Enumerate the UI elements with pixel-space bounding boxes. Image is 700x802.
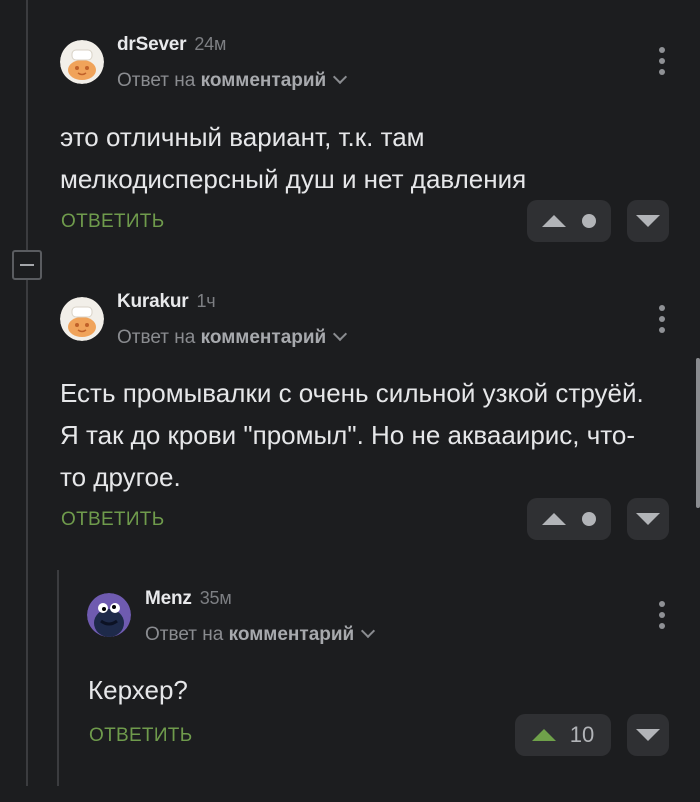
reply-to-link[interactable]: Ответ на комментарий — [145, 623, 376, 646]
reply-button[interactable]: ОТВЕТИТЬ — [89, 725, 192, 747]
downvote-icon — [636, 215, 660, 227]
author-name[interactable]: drSever — [117, 34, 187, 55]
chevron-down-icon[interactable] — [333, 69, 348, 85]
reply-to-target[interactable]: комментарий — [229, 624, 355, 645]
downvote-button[interactable] — [627, 200, 669, 242]
user-avatar[interactable] — [60, 40, 104, 84]
comment-author[interactable]: Kurakur 1ч — [117, 291, 216, 313]
cookie-monster-avatar-icon — [87, 593, 131, 637]
author-name[interactable]: Menz — [145, 588, 192, 609]
reply-button[interactable]: ОТВЕТИТЬ — [61, 211, 164, 233]
upvote-icon — [542, 215, 566, 227]
comment-text: это отличный вариант, т.к. там мелкодисп… — [60, 122, 527, 194]
comment-author[interactable]: drSever 24м — [117, 34, 226, 56]
reply-to-prefix: Ответ на — [117, 70, 196, 91]
scrollbar[interactable] — [696, 358, 700, 508]
rating-hidden-dot-icon — [582, 214, 596, 228]
comment-text: Есть промывалки с очень сильной узкой ст… — [60, 378, 644, 492]
comment-time: 1ч — [196, 291, 216, 311]
pikabu-default-avatar-icon — [60, 40, 104, 84]
downvote-button[interactable] — [627, 498, 669, 540]
rating-value: 10 — [569, 722, 595, 747]
more-options-icon[interactable] — [658, 601, 666, 629]
comment-text: Керхер? — [88, 675, 188, 705]
collapse-thread-button[interactable] — [12, 250, 42, 280]
more-options-icon[interactable] — [658, 47, 666, 75]
more-options-icon[interactable] — [658, 305, 666, 333]
chevron-down-icon[interactable] — [333, 326, 348, 342]
pikabu-default-avatar-icon — [60, 297, 104, 341]
comment-time: 24м — [194, 34, 227, 54]
reply-to-target[interactable]: комментарий — [201, 327, 327, 348]
upvote-button[interactable]: 10 — [515, 714, 611, 756]
comment-time: 35м — [199, 588, 232, 608]
comment-author[interactable]: Menz 35м — [145, 588, 232, 610]
author-name[interactable]: Kurakur — [117, 291, 189, 312]
upvote-icon — [531, 729, 556, 741]
user-avatar[interactable] — [87, 593, 131, 637]
thread-line — [26, 280, 28, 786]
reply-to-target[interactable]: комментарий — [201, 70, 327, 91]
upvote-button[interactable] — [527, 498, 611, 540]
downvote-button[interactable] — [627, 714, 669, 756]
reply-button[interactable]: ОТВЕТИТЬ — [61, 509, 164, 531]
upvote-button[interactable] — [527, 200, 611, 242]
reply-to-link[interactable]: Ответ на комментарий — [117, 69, 348, 92]
thread-line-nested — [57, 570, 59, 786]
downvote-icon — [636, 729, 660, 741]
user-avatar[interactable] — [60, 297, 104, 341]
reply-to-prefix: Ответ на — [117, 327, 196, 348]
downvote-icon — [636, 513, 660, 525]
reply-to-link[interactable]: Ответ на комментарий — [117, 326, 348, 349]
upvote-icon — [542, 513, 566, 525]
chevron-down-icon[interactable] — [361, 623, 376, 639]
rating-hidden-dot-icon — [582, 512, 596, 526]
thread-line — [26, 0, 28, 250]
reply-to-prefix: Ответ на — [145, 624, 224, 645]
